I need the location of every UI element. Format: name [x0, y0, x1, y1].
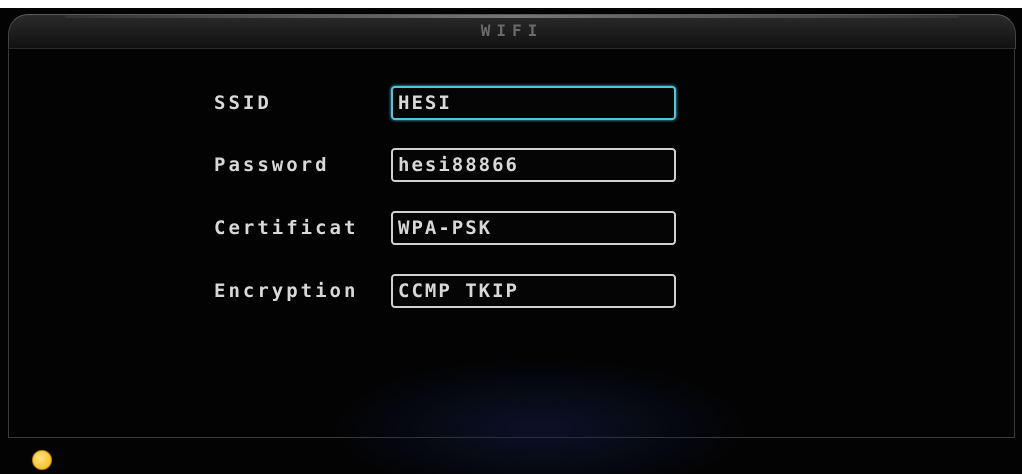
certificate-label: Certificat	[214, 217, 359, 239]
password-label: Password	[214, 154, 330, 176]
certificate-input[interactable]	[391, 211, 676, 245]
password-input[interactable]	[391, 148, 676, 182]
wifi-settings-panel: SSID Password Certificat Encryption	[8, 48, 1015, 438]
encryption-row: Encryption	[9, 274, 709, 310]
password-row: Password	[9, 148, 709, 184]
ssid-input[interactable]	[391, 86, 676, 120]
ssid-label: SSID	[214, 92, 272, 114]
encryption-label: Encryption	[214, 280, 359, 302]
encryption-input[interactable]	[391, 274, 676, 308]
bulb-icon	[32, 450, 52, 470]
page-title: WIFI	[480, 21, 544, 40]
ssid-row: SSID	[9, 86, 709, 122]
dvr-screen: WIFI SSID Password Certificat Encryption	[0, 8, 1022, 474]
certificate-row: Certificat	[9, 211, 709, 247]
title-bar: WIFI	[8, 14, 1016, 49]
